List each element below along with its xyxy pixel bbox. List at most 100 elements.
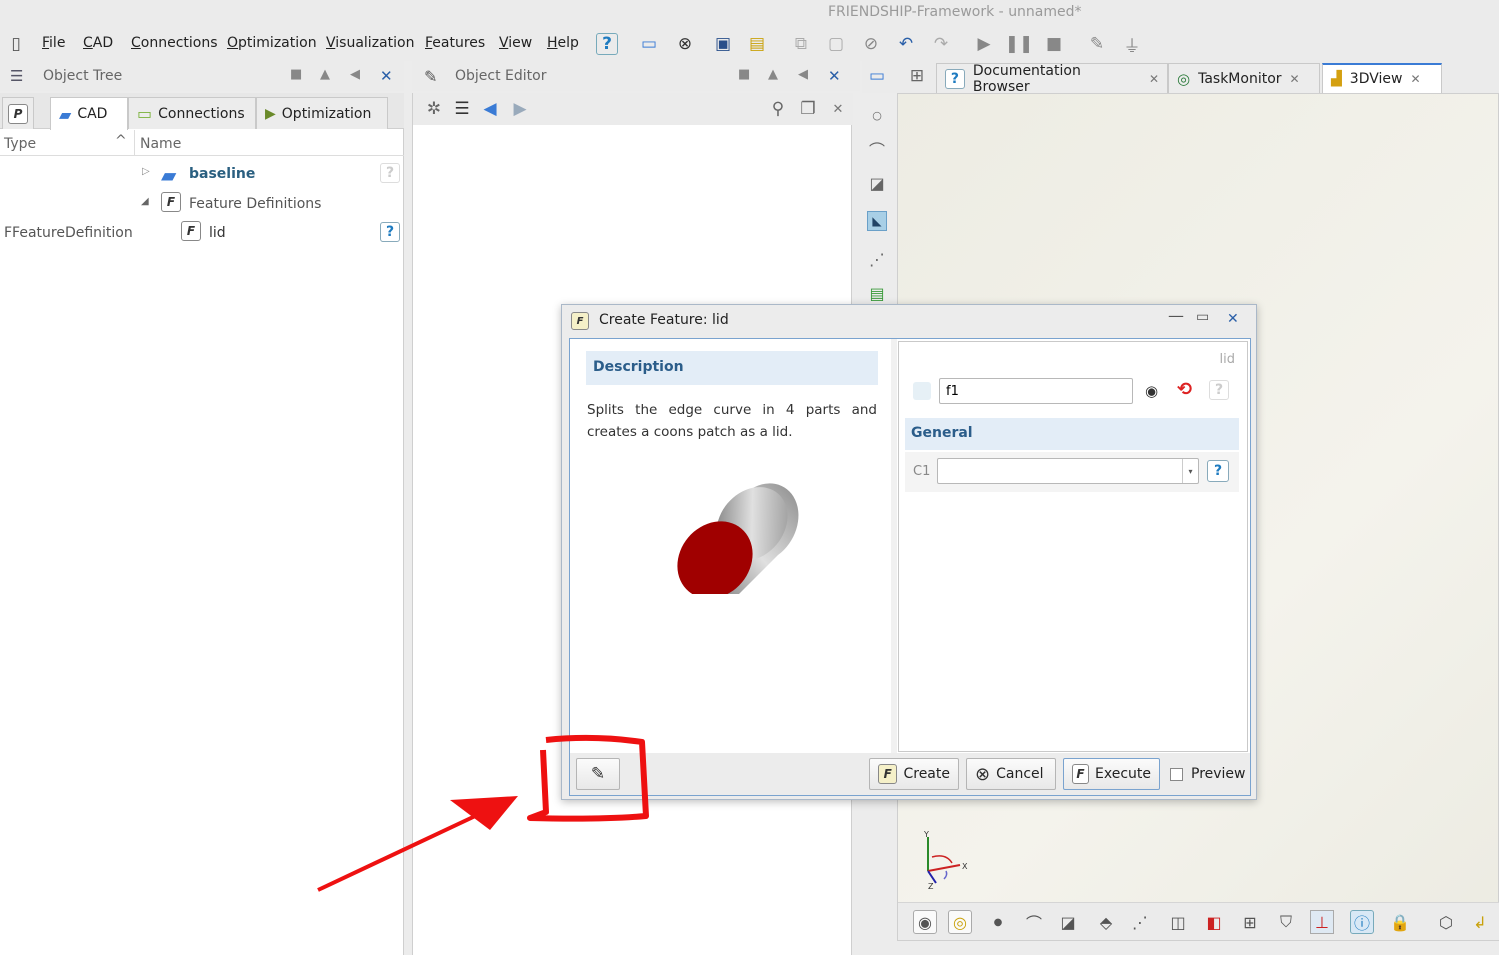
point-yellow-icon[interactable]: ◎	[948, 910, 972, 934]
tab-optimization[interactable]: ▶ Optimization	[256, 97, 388, 129]
lock-icon[interactable]: 🔒	[1388, 910, 1412, 934]
preview-toggle[interactable]: Preview	[1170, 766, 1246, 782]
section-remove-icon[interactable]: ◧	[1202, 910, 1226, 934]
cancel-button[interactable]: ⊗ Cancel	[966, 758, 1056, 790]
satellite-icon[interactable]: ✲	[423, 98, 445, 120]
forward-icon[interactable]: ▶	[509, 98, 531, 120]
surface-icon[interactable]: ◪	[867, 173, 887, 193]
axes-icon[interactable]: ⊥	[1310, 910, 1334, 934]
expand-arrow-icon[interactable]: ▷	[142, 166, 150, 177]
solid-icon[interactable]: ⬘	[1094, 910, 1118, 934]
close-icon[interactable]: ✕	[1290, 72, 1300, 86]
layout-grid-icon[interactable]: ⊞	[906, 65, 928, 87]
close-icon[interactable]: ✕	[1227, 311, 1239, 327]
info-icon[interactable]: ⓘ	[1350, 910, 1374, 934]
copy-icon[interactable]: ❐	[797, 98, 819, 120]
menu-optimization[interactable]: Optimization	[227, 35, 317, 51]
help-icon[interactable]: ?	[380, 163, 400, 183]
paste-icon[interactable]: ▢	[825, 33, 847, 55]
float-icon[interactable]: ■	[738, 67, 750, 82]
menu-file[interactable]: File	[42, 35, 65, 51]
play-icon[interactable]: ▶	[973, 33, 995, 55]
section-icon[interactable]: ◫	[1166, 910, 1190, 934]
tree-row-lid[interactable]: FFeatureDefinition F lid ?	[0, 220, 404, 246]
undo-icon[interactable]: ↶	[895, 33, 917, 55]
help-icon[interactable]: ?	[1207, 460, 1229, 482]
tab-documentation-browser[interactable]: ? Documentation Browser ✕	[936, 63, 1168, 95]
close-icon[interactable]: ✕	[1410, 72, 1420, 86]
dot-icon[interactable]: ●	[986, 910, 1010, 934]
points-icon[interactable]: ⋰	[1128, 910, 1152, 934]
refresh-icon[interactable]: ⟲	[1177, 379, 1192, 400]
probe-icon[interactable]: ⏚	[1121, 33, 1143, 57]
tab-parameters[interactable]: P	[2, 97, 34, 129]
edit-icon[interactable]: ✎	[1086, 33, 1108, 55]
name-input[interactable]	[939, 378, 1133, 404]
open-folder-icon[interactable]: ▭	[638, 33, 660, 55]
app-layout-icon[interactable]: ▯	[5, 33, 27, 55]
chevron-down-icon[interactable]: ▾	[1182, 459, 1198, 483]
tree-row-baseline[interactable]: ▷ ▰ baseline ?	[0, 161, 404, 187]
close-icon[interactable]: ✕	[1149, 72, 1159, 86]
edit-definition-button[interactable]: ✎	[576, 758, 620, 790]
tab-taskmonitor[interactable]: ◎ TaskMonitor ✕	[1168, 63, 1320, 93]
mesh-icon[interactable]: ▤	[867, 283, 887, 303]
list-icon[interactable]: ☰	[451, 98, 473, 120]
maximize-icon[interactable]: ▭	[1196, 309, 1209, 325]
search-icon[interactable]: ⚲	[767, 98, 789, 120]
column-name[interactable]: Name	[140, 136, 181, 152]
minimize-icon[interactable]: —	[1168, 306, 1184, 325]
general-section-header[interactable]: General	[905, 418, 1239, 450]
save-icon[interactable]: ▣	[712, 33, 734, 55]
help-icon[interactable]: ?	[1209, 380, 1229, 400]
tab-3dview[interactable]: ▟ 3DView ✕	[1322, 63, 1442, 93]
visibility-eye-icon[interactable]: ◉	[1145, 382, 1158, 400]
help-icon[interactable]: ?	[596, 33, 618, 55]
pane-splitter[interactable]	[891, 339, 897, 753]
curve-icon[interactable]: ⌒	[1022, 910, 1046, 934]
help-icon[interactable]: ?	[380, 222, 400, 242]
float-icon[interactable]: ■	[290, 67, 302, 82]
save-as-icon[interactable]: ▤	[746, 33, 768, 55]
column-type[interactable]: Type	[4, 136, 36, 152]
dock-left-icon[interactable]: ◀	[350, 67, 360, 82]
back-icon[interactable]: ◀	[479, 98, 501, 120]
point-icon[interactable]: ○	[867, 105, 887, 125]
cube-icon[interactable]: ⬡	[1434, 910, 1458, 934]
stop-icon[interactable]: ■	[1043, 33, 1065, 55]
dock-left-icon[interactable]: ◀	[798, 67, 808, 82]
pause-icon[interactable]: ❚❚	[1005, 33, 1034, 55]
create-button[interactable]: F Create	[869, 758, 959, 790]
points-icon[interactable]: ⋰	[867, 249, 887, 269]
close-panel-icon[interactable]: ✕	[828, 67, 841, 85]
execute-button[interactable]: F Execute	[1063, 758, 1160, 790]
surface-icon[interactable]: ◪	[1056, 910, 1080, 934]
tab-cad[interactable]: ▰ CAD	[50, 97, 128, 130]
redo-icon[interactable]: ↷	[930, 33, 952, 55]
menu-connections[interactable]: Connections	[131, 35, 218, 51]
grid-icon[interactable]: ⊞	[1238, 910, 1262, 934]
menu-help[interactable]: Help	[547, 35, 579, 51]
cancel-icon[interactable]: ⊘	[860, 33, 882, 55]
collapse-arrow-icon[interactable]: ◢	[141, 196, 149, 207]
reset-view-icon[interactable]: ↲	[1468, 910, 1492, 934]
folder-icon[interactable]: ▭	[866, 65, 888, 87]
menu-view[interactable]: View	[499, 35, 532, 51]
tab-connections[interactable]: ▭ Connections	[128, 97, 256, 129]
maximize-up-icon[interactable]: ▲	[768, 67, 778, 82]
point-icon[interactable]: ◉	[913, 910, 937, 934]
menu-cad[interactable]: CAD	[83, 35, 113, 51]
close-panel-icon[interactable]: ✕	[380, 67, 393, 85]
close-project-icon[interactable]: ⊗	[674, 33, 696, 55]
shield-icon[interactable]: ⛉	[1274, 910, 1298, 934]
copy-icon[interactable]: ⧉	[790, 33, 812, 55]
tree-row-feature-definitions[interactable]: ◢ F Feature Definitions	[0, 191, 404, 217]
close-icon[interactable]: ✕	[827, 98, 849, 120]
select-icon[interactable]: ◣	[867, 211, 887, 231]
curve-icon[interactable]: ⌒	[867, 139, 887, 160]
menu-visualization[interactable]: Visualization	[326, 35, 414, 51]
menu-features[interactable]: Features	[425, 35, 485, 51]
preview-checkbox[interactable]	[1170, 767, 1183, 781]
c1-combo[interactable]: ▾	[937, 458, 1199, 484]
maximize-up-icon[interactable]: ▲	[320, 67, 330, 82]
